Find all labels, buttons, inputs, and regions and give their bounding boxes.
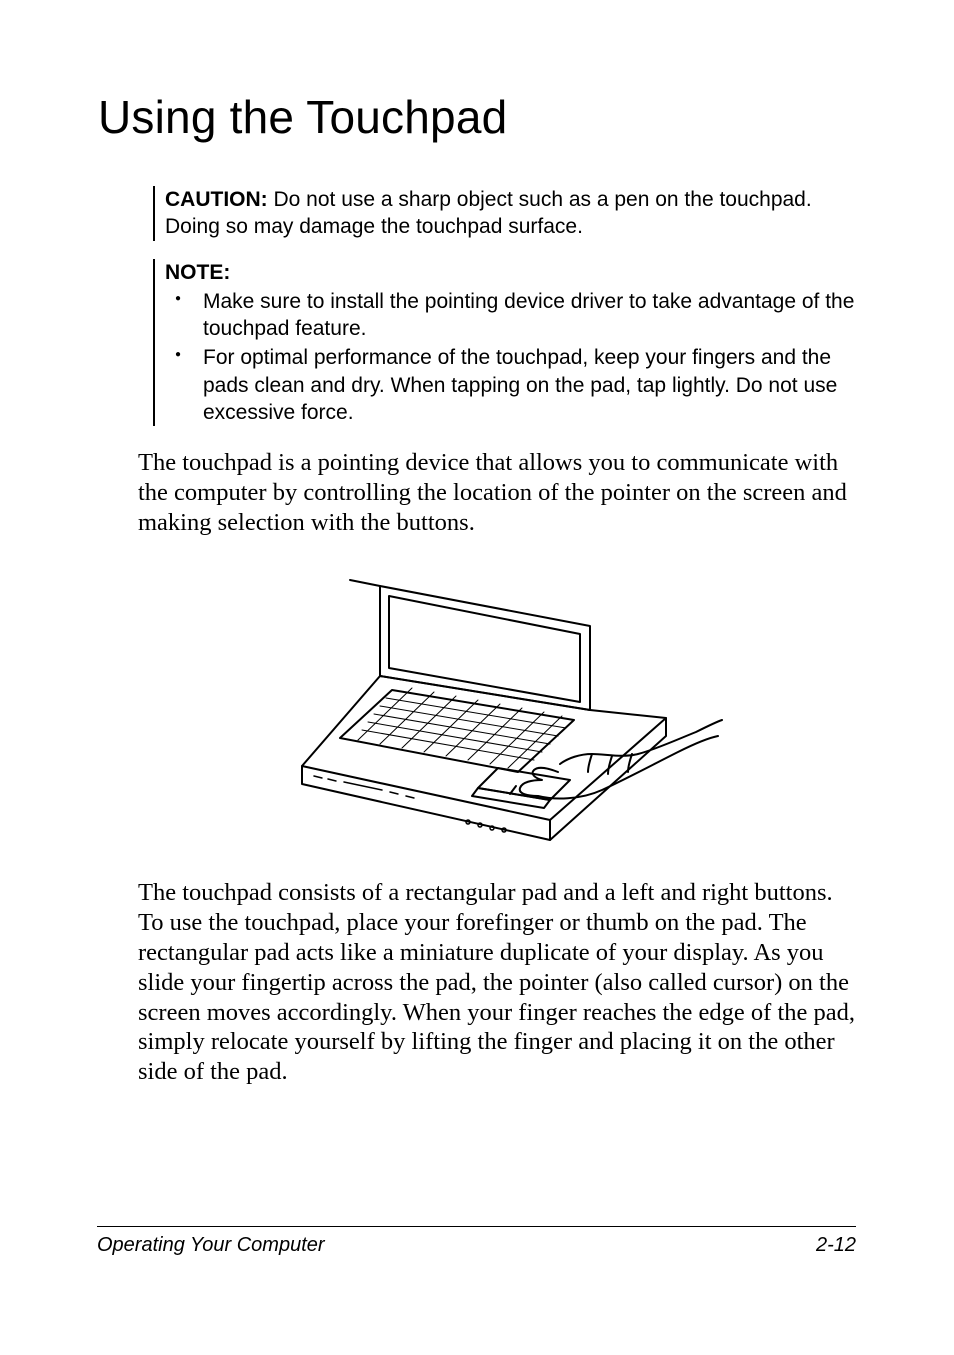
note-block: NOTE: Make sure to install the pointing …: [153, 259, 855, 427]
caution-block: CAUTION: Do not use a sharp object such …: [153, 186, 855, 241]
footer-page-number: 2-12: [816, 1234, 856, 1257]
paragraph-2: The touchpad consists of a rectangular p…: [138, 878, 855, 1087]
note-item: For optimal performance of the touchpad,…: [165, 344, 855, 426]
page-footer: Operating Your Computer 2-12: [97, 1234, 856, 1257]
laptop-illustration-icon: [262, 568, 732, 848]
footer-rule: [97, 1226, 856, 1227]
note-label: NOTE:: [165, 259, 855, 286]
note-list: Make sure to install the pointing device…: [165, 288, 855, 426]
page-content: Using the Touchpad CAUTION: Do not use a…: [98, 90, 855, 1087]
note-item: Make sure to install the pointing device…: [165, 288, 855, 343]
laptop-touchpad-figure: [138, 568, 855, 848]
paragraph-1: The touchpad is a pointing device that a…: [138, 448, 855, 538]
caution-label: CAUTION:: [165, 188, 268, 211]
footer-section-title: Operating Your Computer: [97, 1234, 325, 1257]
page-heading: Using the Touchpad: [98, 90, 855, 144]
